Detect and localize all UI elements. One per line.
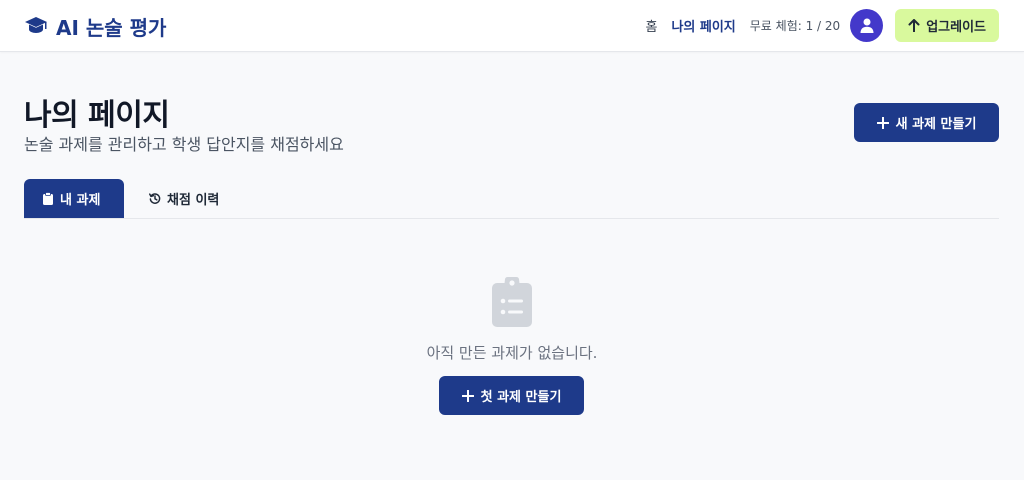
tab-my-tasks[interactable]: 내 과제 [24,179,124,218]
empty-state-message: 아직 만든 과제가 없습니다. [426,344,598,362]
arrow-up-icon [908,19,920,32]
nav-link-mypage[interactable]: 나의 페이지 [671,16,735,35]
top-navbar: AI 논술 평가 홈 나의 페이지 무료 체험: 1 / 20 업그레이드 [0,0,1024,52]
new-task-label: 새 과제 만들기 [895,117,977,132]
new-task-button[interactable]: 새 과제 만들기 [854,103,999,142]
plus-icon [876,116,889,129]
trial-usage: 무료 체험: 1 / 20 [749,19,841,33]
history-icon [149,193,161,204]
first-task-label: 첫 과제 만들기 [480,390,562,405]
brand-logo[interactable]: AI 논술 평가 [24,12,166,40]
user-avatar[interactable] [850,9,884,42]
first-task-button[interactable]: 첫 과제 만들기 [439,376,584,415]
clipboard-list-icon [492,277,532,327]
user-icon [860,18,874,33]
plus-icon [461,389,474,402]
graduation-cap-icon [25,17,47,33]
nav-link-home[interactable]: 홈 [645,16,657,35]
upgrade-button[interactable]: 업그레이드 [895,9,999,42]
page-subtitle: 논술 과제를 관리하고 학생 답안지를 채점하세요 [24,135,344,154]
upgrade-label: 업그레이드 [926,20,986,35]
nav-right: 홈 나의 페이지 무료 체험: 1 / 20 업그레이드 [645,9,999,42]
tab-grading-history[interactable]: 채점 이력 [131,179,237,218]
brand-name: AI 논술 평가 [56,15,167,40]
tab-bar: 내 과제 채점 이력 [24,179,999,219]
page-title: 나의 페이지 [24,98,170,133]
tab-my-tasks-label: 내 과제 [60,193,101,208]
tab-grading-history-label: 채점 이력 [167,193,220,208]
clipboard-icon [43,192,53,205]
